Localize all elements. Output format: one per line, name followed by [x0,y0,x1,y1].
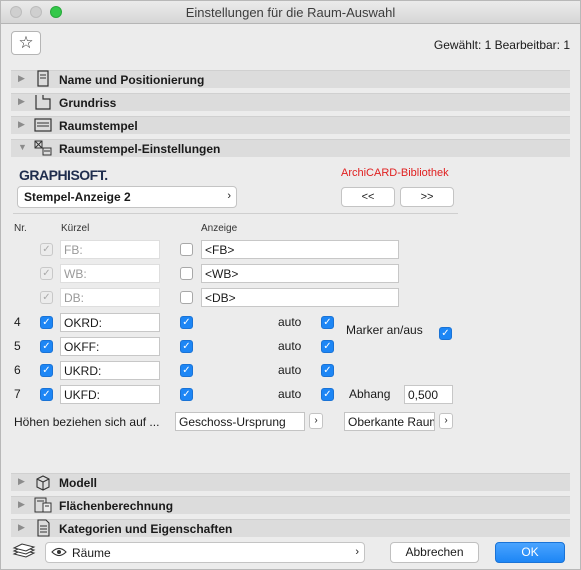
section-label: Name und Positionierung [59,73,205,87]
offset-label: Abhang [349,387,391,401]
section-label: Flächenberechnung [59,499,174,513]
marker-checkbox[interactable]: ✓ [439,327,452,340]
short-field-ukfd[interactable]: UKFD: [60,385,160,404]
section-label: Kategorien und Eigenschaften [59,522,233,536]
auto-label: auto [278,387,302,401]
graphisoft-logo: GRAPHISOFT. [19,167,108,183]
title-bar: Einstellungen für die Raum-Auswahl [1,1,580,24]
chevron-right-icon: › [355,546,359,558]
display-field-fb[interactable]: <FB> [201,240,399,259]
disclosure-triangle-icon: ▶ [18,499,25,509]
zone-stamp-icon [34,118,52,132]
row-4-checkbox[interactable]: ✓ [40,316,53,329]
selection-info: Gewählt: 1 Bearbeitbar: 1 [433,38,570,52]
stamp-display-value: Stempel-Anzeige 2 [24,190,131,204]
display-field-db[interactable]: <DB> [201,288,399,307]
disclosure-triangle-icon: ▼ [18,142,27,152]
disclosure-triangle-icon: ▶ [18,96,25,106]
scope-value: Räume [72,546,111,560]
section-label: Raumstempel [59,119,138,133]
row-db-checkbox: ✓ [40,291,53,304]
row-7-checkbox[interactable]: ✓ [40,388,53,401]
heights-label: Höhen beziehen sich auf ... [14,415,160,429]
auto-label: auto [278,315,302,329]
layers-icon[interactable] [11,543,37,561]
top-reference-popup-button[interactable]: › [439,413,453,429]
section-floor-plan[interactable]: ▶ Grundriss [11,93,570,111]
row-wb-checkbox: ✓ [40,267,53,280]
display-fb-checkbox[interactable] [180,243,193,256]
section-label: Modell [59,476,97,490]
row-5-display-checkbox[interactable]: ✓ [180,340,193,353]
chevron-right-icon: › [444,415,448,426]
marker-label: Marker an/aus [346,323,423,337]
row-4-auto-checkbox[interactable]: ✓ [321,316,334,329]
next-stamp-button[interactable]: >> [400,187,454,207]
short-field-okrd[interactable]: OKRD: [60,313,160,332]
row-number: 7 [14,387,21,401]
area-calc-icon [34,497,52,513]
section-name-positioning[interactable]: ▶ Name und Positionierung [11,70,570,88]
row-6-checkbox[interactable]: ✓ [40,364,53,377]
row-7-auto-checkbox[interactable]: ✓ [321,388,334,401]
disclosure-triangle-icon: ▶ [18,73,25,83]
chevron-right-icon: › [314,415,318,426]
row-4-display-checkbox[interactable]: ✓ [180,316,193,329]
stamp-settings-icon [34,140,52,156]
row-fb-checkbox: ✓ [40,243,53,256]
categories-icon [37,519,50,537]
star-icon: ☆ [18,33,34,52]
display-wb-checkbox[interactable] [180,267,193,280]
auto-label: auto [278,363,302,377]
row-number: 5 [14,339,21,353]
section-model[interactable]: ▶ Modell [11,473,570,491]
row-7-display-checkbox[interactable]: ✓ [180,388,193,401]
section-zone-stamp[interactable]: ▶ Raumstempel [11,116,570,134]
model-icon [36,475,50,491]
settings-window: Einstellungen für die Raum-Auswahl ☆ Gew… [0,0,581,570]
eye-icon [51,547,67,557]
row-number: 6 [14,363,21,377]
display-db-checkbox[interactable] [180,291,193,304]
section-label: Grundriss [59,96,117,110]
auto-label: auto [278,339,302,353]
offset-input[interactable]: 0,500 [404,385,453,404]
previous-stamp-button[interactable]: << [341,187,395,207]
row-6-auto-checkbox[interactable]: ✓ [321,364,334,377]
positioning-icon [37,70,49,87]
top-reference-select[interactable]: Oberkante Raum [344,412,435,431]
section-categories[interactable]: ▶ Kategorien und Eigenschaften [11,519,570,537]
short-field-fb: FB: [60,240,160,259]
favorites-button[interactable]: ☆ [11,31,41,55]
library-name: ArchiCARD-Bibliothek [341,167,449,179]
floor-plan-icon [35,95,51,110]
section-stamp-settings[interactable]: ▼ Raumstempel-Einstellungen [11,139,570,157]
column-header-short: Kürzel [61,223,90,234]
short-field-wb: WB: [60,264,160,283]
column-header-display: Anzeige [201,223,238,234]
disclosure-triangle-icon: ▶ [18,119,25,129]
divider [13,213,458,214]
row-5-checkbox[interactable]: ✓ [40,340,53,353]
cancel-button[interactable]: Abbrechen [390,542,479,563]
window-title: Einstellungen für die Raum-Auswahl [185,5,396,20]
stamp-display-select[interactable]: Stempel-Anzeige 2 › [17,186,237,208]
short-field-okff[interactable]: OKFF: [60,337,160,356]
row-5-auto-checkbox[interactable]: ✓ [321,340,334,353]
chevron-right-icon: › [227,190,231,202]
disclosure-triangle-icon: ▶ [18,522,25,532]
display-field-wb[interactable]: <WB> [201,264,399,283]
height-reference-select[interactable]: Geschoss-Ursprung [175,412,305,431]
short-field-ukrd[interactable]: UKRD: [60,361,160,380]
short-field-db: DB: [60,288,160,307]
scope-select[interactable]: Räume › [45,542,365,563]
ok-button[interactable]: OK [495,542,565,563]
row-6-display-checkbox[interactable]: ✓ [180,364,193,377]
height-reference-popup-button[interactable]: › [309,413,323,429]
disclosure-triangle-icon: ▶ [18,476,25,486]
section-area-calculation[interactable]: ▶ Flächenberechnung [11,496,570,514]
section-label: Raumstempel-Einstellungen [59,142,221,156]
column-header-nr: Nr. [14,223,27,234]
row-number: 4 [14,315,21,329]
